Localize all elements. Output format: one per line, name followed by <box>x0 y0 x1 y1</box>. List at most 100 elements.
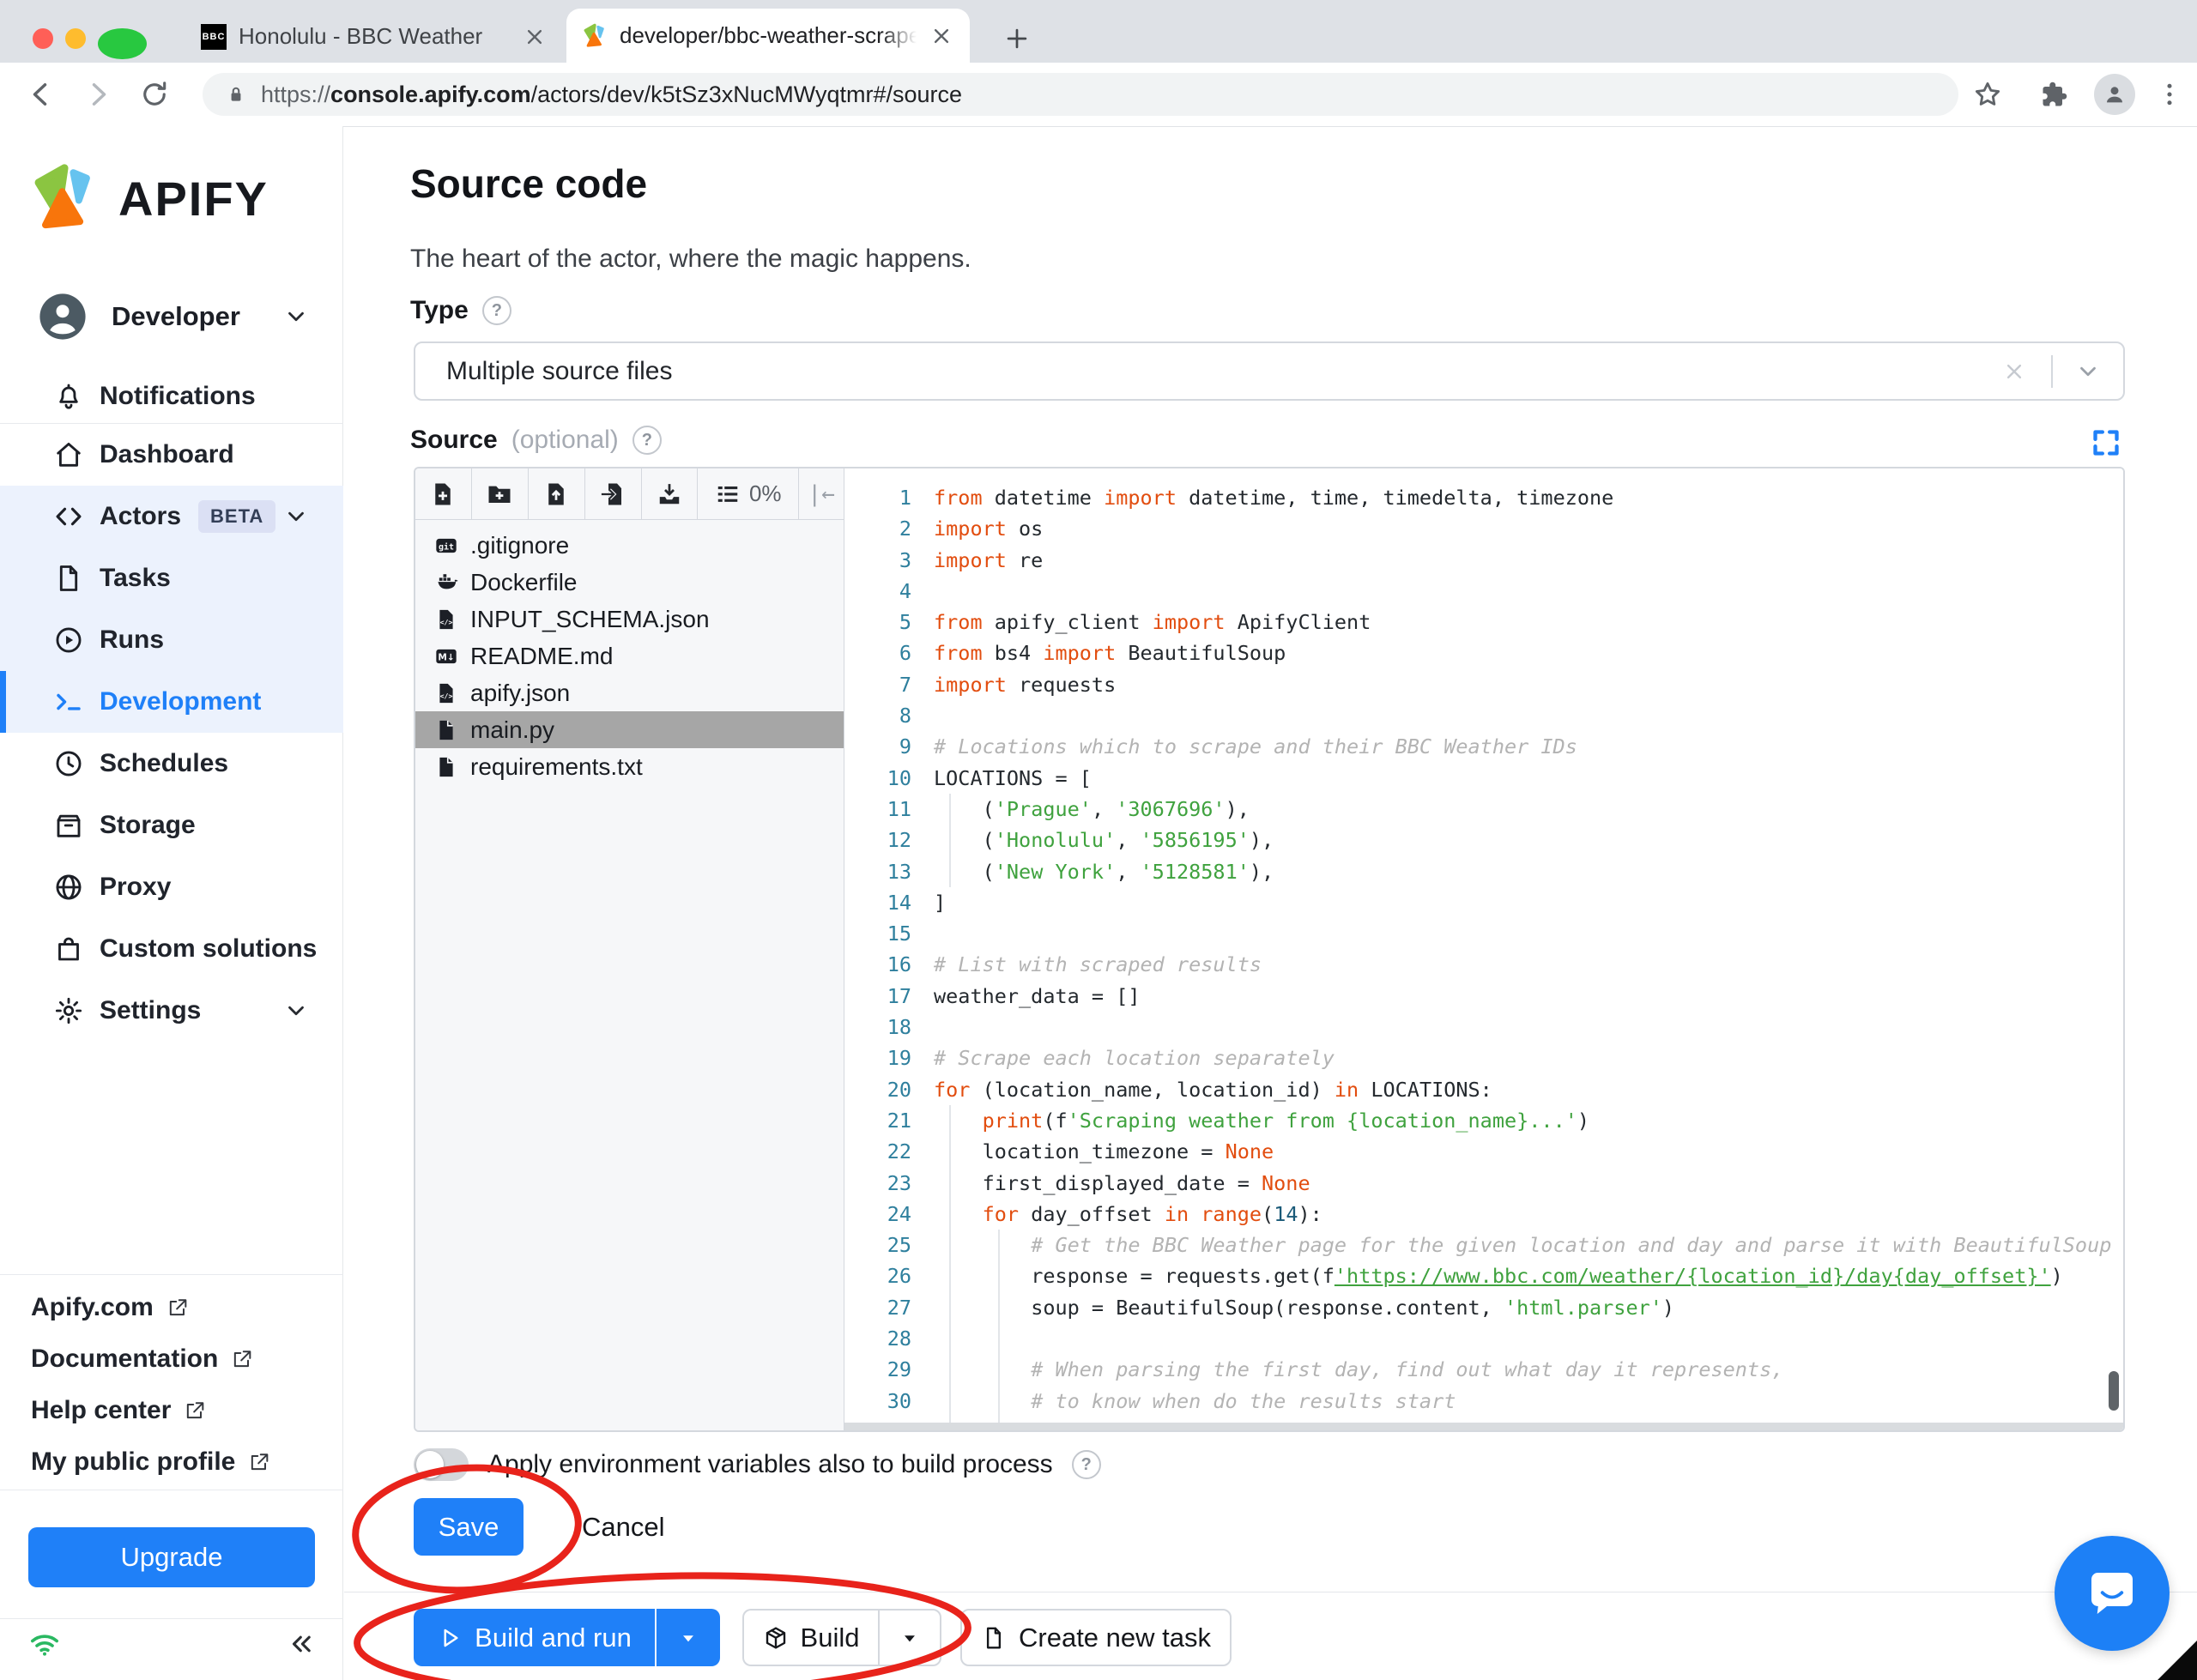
file-item-main-py[interactable]: main.py <box>415 711 844 748</box>
sidebar-item-runs[interactable]: Runs <box>0 609 343 671</box>
sidebar-item-actors[interactable]: Actors BETA <box>0 486 343 547</box>
close-tab-icon[interactable] <box>522 24 548 50</box>
build-dropdown[interactable] <box>878 1609 941 1666</box>
file-file-icon <box>434 718 458 742</box>
type-select[interactable]: Multiple source files <box>414 341 2125 401</box>
build-button[interactable]: Build <box>742 1609 878 1666</box>
file-item-input-schema-json[interactable]: </> INPUT_SCHEMA.json <box>415 601 844 638</box>
new-tab-button[interactable] <box>1002 24 1032 53</box>
document-icon <box>981 1625 1007 1651</box>
chevron-down-icon[interactable] <box>2075 359 2101 384</box>
code-line-15: 15 <box>887 922 911 946</box>
sidebar-item-notifications[interactable]: Notifications <box>0 368 343 425</box>
type-select-value: Multiple source files <box>446 356 673 385</box>
address-bar[interactable]: https://console.apify.com/actors/dev/k5t… <box>203 73 1958 116</box>
toolbar-upload-file-button[interactable] <box>529 468 585 519</box>
code-line-8: 8 <box>899 704 911 728</box>
clear-icon[interactable] <box>2001 359 2027 384</box>
collapse-sidebar-icon[interactable] <box>287 1629 316 1659</box>
file-item-readme-md[interactable]: M↓ README.md <box>415 638 844 674</box>
sidebar-item-schedules[interactable]: Schedules <box>0 733 343 795</box>
sidebar-item-storage[interactable]: Storage <box>0 795 343 856</box>
account-switcher[interactable]: Developer <box>0 282 343 351</box>
beta-badge: BETA <box>198 500 276 533</box>
chat-widget-button[interactable] <box>2055 1536 2170 1651</box>
extensions-puzzle-icon[interactable] <box>2039 79 2070 110</box>
external-link-icon <box>183 1399 207 1423</box>
sidebar-item-dashboard[interactable]: Dashboard <box>0 424 343 486</box>
chevron-down-icon <box>283 304 309 329</box>
avatar <box>38 292 88 341</box>
code-line-4: 4 <box>899 578 911 603</box>
reload-button[interactable] <box>139 79 170 110</box>
toolbar-line-numbers-button[interactable]: 0% <box>698 468 800 519</box>
horizontal-scrollbar[interactable] <box>844 1423 2123 1430</box>
sidebar-link-help-center[interactable]: Help center <box>0 1385 343 1436</box>
forward-button[interactable] <box>82 79 113 110</box>
source-editor: 0% |← git .gitignore Dockerfile </> INPUT_SCH… <box>414 467 2125 1432</box>
import-file-icon <box>600 481 626 507</box>
tab-apify-console[interactable]: developer/bbc-weather-scrape <box>566 9 970 63</box>
zoom-level: 0% <box>748 480 782 506</box>
code-line-11: 11 ('Prague', '3067696'), <box>844 793 2123 825</box>
code-line-29: 29 # When parsing the first day, find out… <box>844 1354 2123 1386</box>
file-item-requirements-txt[interactable]: requirements.txt <box>415 748 844 785</box>
file-item-dockerfile[interactable]: Dockerfile <box>415 564 844 601</box>
page-subtitle: The heart of the actor, where the magic … <box>410 245 971 273</box>
browser-toolbar: https://console.apify.com/actors/dev/k5t… <box>0 63 2197 127</box>
code-icon <box>53 501 84 532</box>
toolbar-import-file-button[interactable] <box>585 468 642 519</box>
vertical-scrollbar-thumb[interactable] <box>2109 1371 2119 1411</box>
upgrade-button[interactable]: Upgrade <box>28 1527 315 1587</box>
lock-icon <box>225 82 247 107</box>
sidebar-item-custom-solutions[interactable]: Custom solutions <box>0 918 343 980</box>
sidebar-link-documentation[interactable]: Documentation <box>0 1333 343 1385</box>
play-icon <box>53 625 84 656</box>
close-tab-icon[interactable] <box>929 23 954 49</box>
sidebar-item-settings[interactable]: Settings <box>0 980 343 1042</box>
browser-menu-icon[interactable] <box>2154 79 2185 110</box>
svg-text:</>: </> <box>440 617 453 625</box>
toolbar-new-folder-button[interactable] <box>472 468 529 519</box>
window-minimize-button[interactable] <box>65 28 86 49</box>
code-line-19: 19 # Scrape each location separately <box>887 1046 1335 1071</box>
save-button[interactable]: Save <box>414 1498 524 1556</box>
code-line-25: 25 # Get the BBC Weather page for the giv… <box>844 1230 2123 1261</box>
build-and-run-button[interactable]: Build and run <box>414 1609 655 1666</box>
build-and-run-dropdown[interactable] <box>655 1609 720 1666</box>
bell-icon <box>53 381 84 412</box>
file-item-gitignore[interactable]: git .gitignore <box>415 527 844 564</box>
sidebar-link-apify-com[interactable]: Apify.com <box>0 1282 343 1333</box>
sidebar-item-tasks[interactable]: Tasks <box>0 547 343 609</box>
back-button[interactable] <box>26 79 57 110</box>
toolbar-new-file-button[interactable] <box>415 468 472 519</box>
doc-icon <box>53 563 84 594</box>
help-icon[interactable]: ? <box>632 426 662 455</box>
help-icon[interactable]: ? <box>1071 1450 1101 1479</box>
markdown-file-icon: M↓ <box>434 644 458 668</box>
code-pane[interactable]: 1 from datetime import datetime, time, ti… <box>844 468 2123 1430</box>
file-item-apify-json[interactable]: </> apify.json <box>415 674 844 711</box>
code-line-26: 26 response = requests.get(f'https://www.… <box>844 1260 2123 1292</box>
toolbar-download-button[interactable] <box>642 468 699 519</box>
code-line-7: 7 import requests <box>899 672 1117 697</box>
toolbar-wrap-button[interactable]: |← <box>799 468 844 519</box>
window-close-button[interactable] <box>33 28 53 49</box>
window-zoom-button[interactable] <box>98 28 147 60</box>
fullscreen-icon[interactable] <box>2089 426 2123 460</box>
sidebar-link-my-public-profile[interactable]: My public profile <box>0 1436 343 1488</box>
editor-toolbar: 0% |← <box>415 468 844 520</box>
cancel-button[interactable]: Cancel <box>577 1498 670 1556</box>
browser-profile-avatar[interactable] <box>2094 74 2135 115</box>
env-variables-toggle[interactable] <box>414 1448 469 1481</box>
sidebar-item-proxy[interactable]: Proxy <box>0 856 343 918</box>
help-icon[interactable]: ? <box>481 296 511 325</box>
tab-bbc-weather[interactable]: BBC Honolulu - BBC Weather <box>185 10 563 63</box>
git-file-icon: git <box>434 534 458 558</box>
bookmark-star-icon[interactable] <box>1972 79 2003 110</box>
sidebar-item-development[interactable]: Development <box>0 671 343 733</box>
package-icon <box>763 1625 789 1651</box>
apify-logo[interactable]: APIFY <box>31 162 269 234</box>
create-new-task-button[interactable]: Create new task <box>960 1609 1232 1666</box>
code-line-6: 6 from bs4 import BeautifulSoup <box>899 641 1286 666</box>
